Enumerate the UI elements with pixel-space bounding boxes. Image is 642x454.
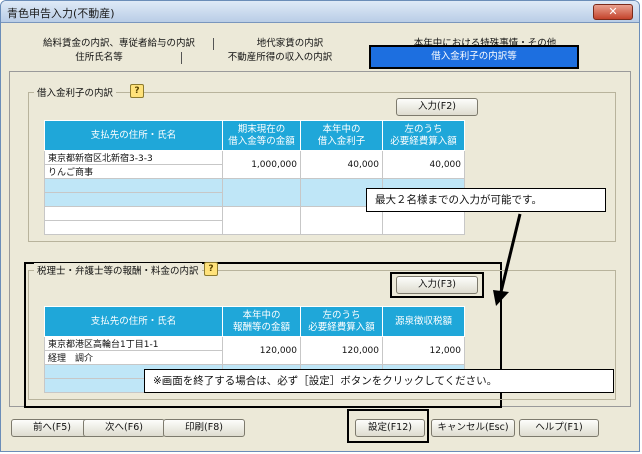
close-button[interactable]: ✕ <box>593 4 633 20</box>
fee-section-title: 税理士・弁護士等の報酬・料金の内訳 <box>34 263 202 277</box>
prev-button[interactable]: 前へ(F5) <box>11 419 93 437</box>
fee-input-button[interactable]: 入力(F3) <box>396 276 478 294</box>
input-limit-callout: 最大２名様までの入力が可能です。 <box>366 188 606 212</box>
column-header: 期末現在の 借入金等の金額 <box>222 120 301 151</box>
expense-cell[interactable]: 40,000 <box>382 150 465 179</box>
table-header-row: 支払先の住所・氏名 本年中の 報酬等の金額 左のうち 必要経費算入額 源泉徴収税額 <box>44 306 465 337</box>
help-button[interactable]: ヘルプ(F1) <box>519 419 599 437</box>
payee-address-cell[interactable]: 東京都新宿区北新宿3-3-3 <box>44 150 223 165</box>
column-header: 支払先の住所・氏名 <box>44 306 223 337</box>
payee-name-cell[interactable]: 経理 調介 <box>44 350 223 365</box>
column-header: 左のうち 必要経費算入額 <box>382 120 465 151</box>
balance-cell[interactable]: 1,000,000 <box>222 150 301 179</box>
active-tab-highlight <box>369 45 579 69</box>
cancel-button[interactable]: キャンセル(Esc) <box>431 419 515 437</box>
column-header: 本年中の 報酬等の金額 <box>222 306 301 337</box>
payee-name-cell[interactable]: りんご商事 <box>44 164 223 179</box>
column-header: 左のうち 必要経費算入額 <box>300 306 383 337</box>
help-icon[interactable]: ? <box>130 84 144 98</box>
settings-button[interactable]: 設定(F12) <box>355 419 425 437</box>
loan-interest-table: 支払先の住所・氏名 期末現在の 借入金等の金額 本年中の 借入金利子 左のうち 必要経… <box>44 120 465 235</box>
help-icon[interactable]: ? <box>204 262 218 276</box>
payee-address-cell[interactable]: 東京都港区高輪台1丁目1-1 <box>44 336 223 351</box>
loan-interest-title: 借入金利子の内訳 <box>34 85 117 99</box>
next-button[interactable]: 次へ(F6) <box>83 419 165 437</box>
interest-cell[interactable]: 40,000 <box>300 150 383 179</box>
withholding-cell[interactable]: 12,000 <box>382 336 465 365</box>
tab-separator <box>213 38 214 50</box>
fee-amount-cell[interactable]: 120,000 <box>222 336 301 365</box>
print-button[interactable]: 印刷(F8) <box>163 419 245 437</box>
tab-income-breakdown[interactable]: 不動産所得の収入の内訳 <box>205 51 355 65</box>
finish-instruction-callout: ※画面を終了する場合は、必ず［設定］ボタンをクリックしてください。 <box>144 369 614 393</box>
column-header: 源泉徴収税額 <box>382 306 465 337</box>
tab-separator <box>181 52 182 64</box>
expense-cell[interactable]: 120,000 <box>300 336 383 365</box>
table-row[interactable]: 東京都新宿区北新宿3-3-3 1,000,000 40,000 40,000 <box>44 150 465 179</box>
tab-address-name[interactable]: 住所氏名等 <box>29 51 169 65</box>
table-row[interactable]: 東京都港区高輪台1丁目1-1 120,000 120,000 12,000 <box>44 336 465 365</box>
loan-input-button[interactable]: 入力(F2) <box>396 98 478 116</box>
tab-panel: 借入金利子の内訳 ? 入力(F2) 支払先の住所・氏名 期末現在の 借入金等の金額… <box>9 71 631 408</box>
window-title: 青色申告入力(不動産) <box>7 7 115 20</box>
column-header: 本年中の 借入金利子 <box>300 120 383 151</box>
tab-salary-breakdown[interactable]: 給料賃金の内訳、専従者給与の内訳 <box>29 37 209 51</box>
tab-rent-breakdown[interactable]: 地代家賃の内訳 <box>235 37 345 51</box>
table-header-row: 支払先の住所・氏名 期末現在の 借入金等の金額 本年中の 借入金利子 左のうち 必要経… <box>44 120 465 151</box>
title-bar: 青色申告入力(不動産) ✕ <box>1 1 639 23</box>
column-header: 支払先の住所・氏名 <box>44 120 223 151</box>
